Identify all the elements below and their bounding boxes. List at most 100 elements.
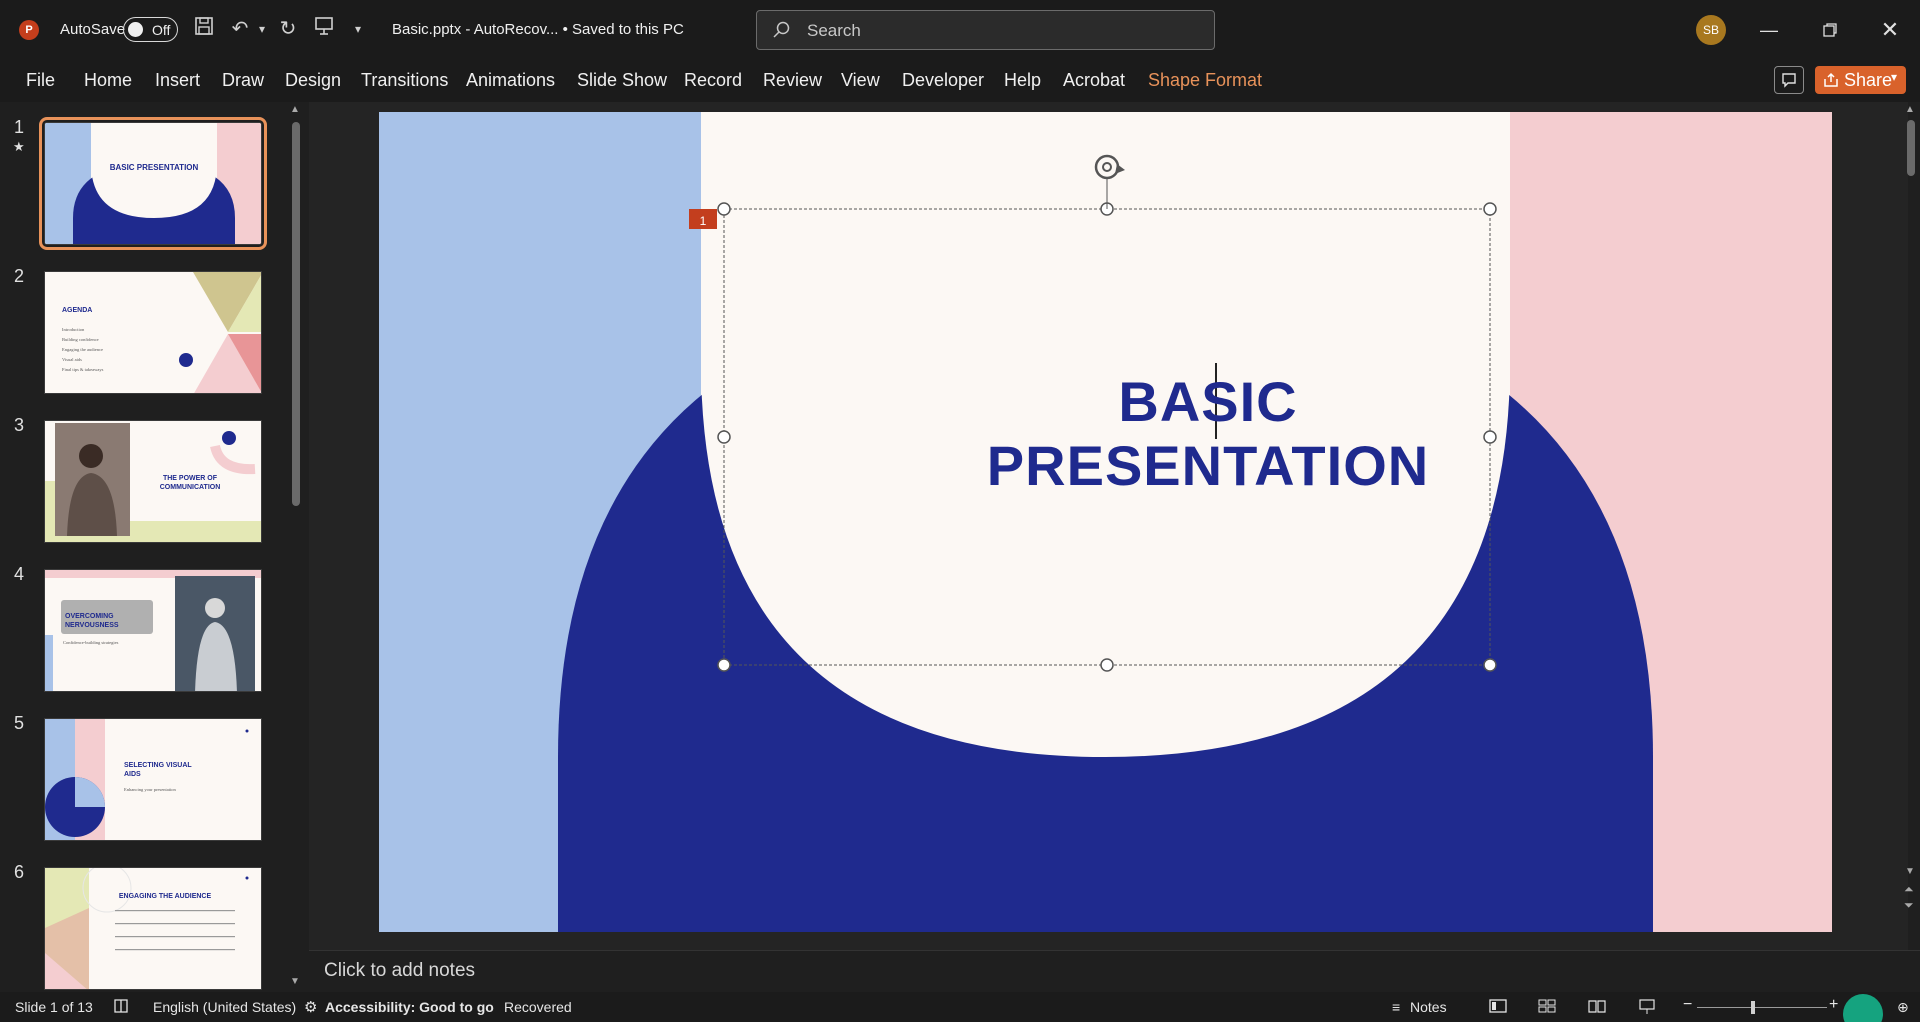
thumbnail-number: 5 [14, 713, 25, 733]
tab-insert[interactable]: Insert [155, 70, 200, 91]
agenda-item: Building confidence [62, 337, 99, 342]
tab-design[interactable]: Design [285, 70, 341, 91]
previous-slide-icon[interactable]: ⏶ [1904, 882, 1914, 897]
tab-developer[interactable]: Developer [902, 70, 984, 91]
current-slide[interactable] [379, 112, 1832, 932]
normal-view-icon[interactable] [1489, 999, 1507, 1016]
zoom-in-icon[interactable]: + [1829, 996, 1838, 1014]
slideshow-view-icon[interactable] [1638, 999, 1656, 1018]
tab-shape-format[interactable]: Shape Format [1148, 70, 1262, 91]
minimize-icon[interactable]: — [1754, 15, 1784, 45]
tab-file[interactable]: File [26, 70, 55, 91]
search-placeholder: Search [807, 21, 861, 40]
slide-thumbnail-4[interactable]: OVERCOMING NERVOUSNESS Confidence-buildi… [44, 569, 262, 692]
ribbon-tabs: File Home Insert Draw Design Transitions… [0, 58, 1920, 102]
tab-animations[interactable]: Animations [466, 70, 555, 91]
animation-order-tag[interactable]: 1 [689, 211, 717, 231]
scroll-up-icon[interactable]: ▲ [1905, 104, 1915, 115]
thumbnail-number: 6 [14, 862, 25, 882]
scroll-down-icon[interactable]: ▼ [290, 976, 300, 987]
accessibility-status[interactable]: Accessibility: Good to go [325, 999, 494, 1015]
thumbnail-title: THE POWER OF COMMUNICATION [159, 475, 221, 491]
scroll-up-icon[interactable]: ▲ [290, 104, 300, 115]
reading-view-icon[interactable] [1588, 999, 1606, 1016]
document-title: Basic.pptx - AutoRecov... • Saved to thi… [392, 21, 684, 38]
autosave-toggle[interactable]: Off [123, 17, 178, 42]
agenda-item: Final tips & takeaways [62, 367, 104, 372]
notes-icon: ≡ [1392, 999, 1401, 1015]
slide-thumbnail-2[interactable]: AGENDA Introduction Building confidence … [44, 271, 262, 394]
search-icon [773, 21, 790, 38]
search-box[interactable]: Search [756, 10, 1215, 50]
tab-acrobat[interactable]: Acrobat [1063, 70, 1125, 91]
accessibility-icon: ⚙ [304, 999, 318, 1016]
share-icon [1824, 72, 1838, 87]
close-icon[interactable]: ✕ [1875, 15, 1905, 45]
powerpoint-logo-icon: P [19, 20, 39, 40]
customize-toolbar-icon[interactable]: ▾ [344, 15, 372, 43]
thumbnail-title: AGENDA [62, 307, 93, 314]
tab-transitions[interactable]: Transitions [361, 70, 448, 91]
scrollbar-thumb[interactable] [292, 122, 300, 506]
share-button[interactable]: Share ▾ [1815, 66, 1906, 94]
tab-home[interactable]: Home [84, 70, 132, 91]
thumbnail-number: 1 [14, 117, 25, 137]
toggle-knob [128, 22, 143, 37]
redo-icon[interactable]: ↻ [274, 15, 302, 43]
slide-title-line-1: BASIC [1118, 370, 1298, 433]
slide-sorter-icon[interactable] [1538, 999, 1556, 1016]
slide-thumbnail-6[interactable]: ENGAGING THE AUDIENCE [44, 867, 262, 990]
recovered-status: Recovered [504, 999, 572, 1015]
slide-thumbnail-5[interactable]: SELECTING VISUAL AIDS Enhancing your pre… [44, 718, 262, 841]
fit-to-window-icon[interactable]: ⊕ [1897, 999, 1909, 1016]
autosave-state: Off [152, 22, 171, 38]
tab-record[interactable]: Record [684, 70, 742, 91]
grammarly-icon[interactable] [1843, 994, 1883, 1022]
slide-thumbnail-pane: 1 ★ BASIC PRESENTATION 2 AGENDA Introduc… [0, 102, 305, 992]
restore-icon[interactable] [1815, 15, 1845, 45]
share-label: Share [1844, 70, 1893, 90]
thumbnail-scrollbar[interactable]: ▲ ▼ [288, 102, 302, 992]
thumbnail-4-art [45, 570, 261, 691]
agenda-list: Introduction Building confidence Engagin… [62, 325, 103, 375]
thumbnail-5-art [45, 719, 261, 840]
agenda-item: Visual aids [62, 357, 82, 362]
spelling-check-icon[interactable] [112, 997, 130, 1020]
comment-icon [1782, 73, 1796, 88]
next-slide-icon[interactable]: ⏷ [1904, 898, 1914, 913]
agenda-item: Introduction [62, 327, 85, 332]
canvas-scrollbar[interactable]: ▲ ▼ ⏶ ⏷ [1903, 102, 1917, 992]
thumbnail-number: 2 [14, 266, 25, 286]
thumbnail-title: SELECTING VISUAL AIDS [124, 762, 192, 778]
save-icon[interactable] [190, 15, 218, 43]
agenda-item: Engaging the audience [62, 347, 103, 352]
thumbnail-subtitle: Confidence-building strategies [63, 640, 119, 645]
tab-help[interactable]: Help [1004, 70, 1041, 91]
zoom-out-icon[interactable]: − [1683, 996, 1692, 1014]
tab-review[interactable]: Review [763, 70, 822, 91]
thumbnail-1-art [45, 123, 261, 244]
comments-button[interactable] [1774, 66, 1804, 94]
tab-draw[interactable]: Draw [222, 70, 264, 91]
zoom-slider[interactable] [1697, 1007, 1827, 1008]
notes-toggle[interactable]: Notes [1410, 999, 1447, 1015]
thumbnail-title: OVERCOMING NERVOUSNESS [65, 613, 119, 629]
scroll-down-icon[interactable]: ▼ [1905, 866, 1915, 877]
thumbnail-number: 3 [14, 415, 25, 435]
user-avatar[interactable]: SB [1696, 15, 1726, 45]
animation-star-icon: ★ [13, 139, 25, 154]
zoom-slider-thumb[interactable] [1751, 1001, 1755, 1014]
tab-slide-show[interactable]: Slide Show [577, 70, 667, 91]
notes-pane[interactable]: Click to add notes [309, 950, 1920, 992]
slide-thumbnail-1[interactable]: BASIC PRESENTATION [39, 117, 267, 250]
autosave-label: AutoSave [60, 21, 126, 38]
status-bar: Slide 1 of 13 English (United States) ⚙ … [0, 992, 1920, 1022]
undo-dropdown-icon[interactable]: ▾ [248, 15, 276, 43]
present-icon[interactable] [310, 15, 338, 43]
title-bar: P AutoSave Off ↶ ▾ ↻ ▾ Basic.pptx - Auto… [0, 0, 1920, 58]
tab-view[interactable]: View [841, 70, 880, 91]
slide-title[interactable]: BASIC PRESENTATION [708, 370, 1708, 498]
slide-thumbnail-3[interactable]: THE POWER OF COMMUNICATION [44, 420, 262, 543]
scrollbar-thumb[interactable] [1907, 120, 1915, 176]
language-indicator[interactable]: English (United States) [153, 999, 296, 1015]
